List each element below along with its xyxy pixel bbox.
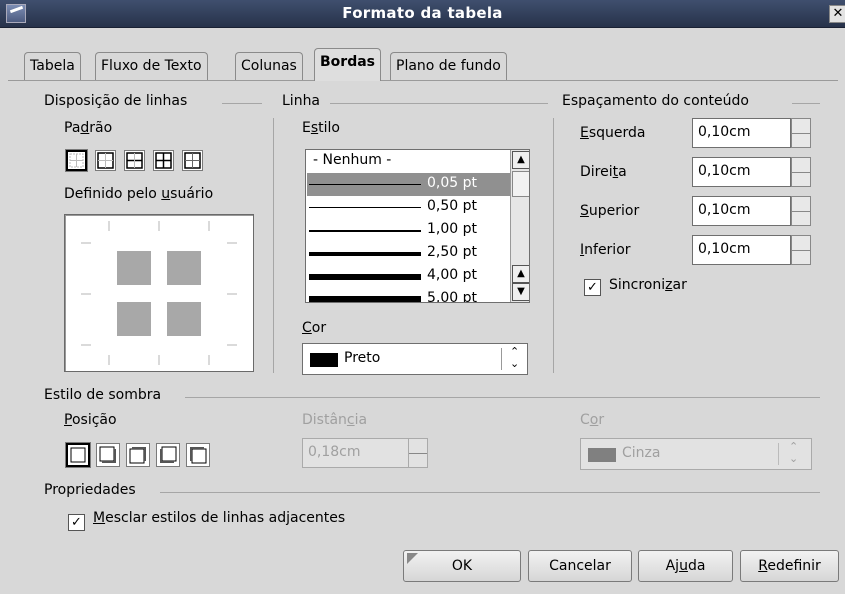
scroll-up-icon[interactable]: ▲ xyxy=(512,265,529,283)
line-color-dropdown[interactable]: Preto ⌃ ⌄ xyxy=(302,343,528,375)
shadow-color-label: Cor xyxy=(580,412,605,428)
cancel-button[interactable]: Cancelar xyxy=(528,550,632,582)
tab-fluxo-de-texto[interactable]: Fluxo de Texto xyxy=(95,52,208,80)
color-swatch xyxy=(310,353,338,367)
list-item[interactable]: 0,05 pt xyxy=(307,173,510,196)
synchronize-label: Sincronizar xyxy=(609,277,687,293)
preset-no-borders[interactable] xyxy=(65,149,88,172)
top-spacing-spinner[interactable] xyxy=(791,196,811,226)
chevron-updown-icon: ⌃ ⌄ xyxy=(510,345,520,370)
distance-label: Distância xyxy=(302,412,368,428)
color-label: Cor xyxy=(302,320,327,336)
tab-bordas[interactable]: Bordas xyxy=(314,48,381,81)
bottom-label: Inferior xyxy=(580,242,631,258)
divider xyxy=(185,397,820,398)
default-corner-icon xyxy=(407,553,418,564)
shadow-distance-spinner[interactable] xyxy=(408,438,428,468)
divider xyxy=(273,118,274,373)
section-line-arrangement: Disposição de linhas xyxy=(44,93,194,109)
list-item[interactable]: 2,50 pt xyxy=(307,242,510,265)
preset-outer-border[interactable] xyxy=(95,150,116,171)
position-label: Posição xyxy=(64,412,117,428)
top-label: Superior xyxy=(580,203,640,219)
right-label: Direita xyxy=(580,164,627,180)
left-label: Esquerda xyxy=(580,125,646,141)
shadow-color-value: Cinza xyxy=(622,445,661,461)
tab-colunas[interactable]: Colunas xyxy=(235,52,303,80)
divider xyxy=(553,118,554,373)
line-color-value: Preto xyxy=(344,350,381,366)
style-label: Estilo xyxy=(302,120,340,136)
right-spacing-input[interactable]: 0,10cm xyxy=(692,157,791,187)
scroll-down-icon[interactable]: ▼ xyxy=(512,283,529,301)
list-item[interactable]: 4,00 pt xyxy=(307,265,510,288)
list-item[interactable]: 5,00 pt xyxy=(307,288,510,302)
default-label: Padrão xyxy=(64,120,113,136)
scroll-thumb[interactable] xyxy=(512,171,529,197)
title-bar: Formato da tabela ✕ xyxy=(0,0,845,28)
divider xyxy=(330,103,548,104)
shadow-top-left-option[interactable] xyxy=(186,443,210,467)
shadow-distance-input[interactable]: 0,18cm xyxy=(302,438,409,468)
section-properties: Propriedades xyxy=(44,482,142,498)
divider xyxy=(222,103,262,104)
shadow-bottom-left-option[interactable] xyxy=(156,443,180,467)
preset-all-borders[interactable] xyxy=(153,150,174,171)
shadow-top-right-option[interactable] xyxy=(126,443,150,467)
section-line: Linha xyxy=(282,93,327,109)
shadow-color-dropdown[interactable]: Cinza ⌃ ⌄ xyxy=(580,438,812,470)
synchronize-checkbox[interactable]: ✓ xyxy=(584,279,601,296)
left-spacing-spinner[interactable] xyxy=(791,118,811,148)
close-button[interactable]: ✕ xyxy=(829,5,845,23)
merge-styles-checkbox[interactable]: ✓ xyxy=(68,514,85,531)
window-title: Formato da tabela xyxy=(342,4,503,22)
left-spacing-input[interactable]: 0,10cm xyxy=(692,118,791,148)
top-spacing-input[interactable]: 0,10cm xyxy=(692,196,791,226)
section-shadow: Estilo de sombra xyxy=(44,387,168,403)
user-defined-label: Definido pelo usuário xyxy=(64,186,214,202)
scroll-up-icon[interactable]: ▲ xyxy=(512,151,529,169)
divider xyxy=(160,492,820,493)
reset-button[interactable]: Redefinir xyxy=(740,550,839,582)
chevron-updown-icon: ⌃ ⌄ xyxy=(789,440,799,465)
tab-plano-de-fundo[interactable]: Plano de fundo xyxy=(390,52,507,80)
merge-styles-label: Mesclar estilos de linhas adjacentes xyxy=(93,510,346,526)
bottom-spacing-input[interactable]: 0,10cm xyxy=(692,235,791,265)
preset-outer-horizontal[interactable] xyxy=(124,150,145,171)
right-spacing-spinner[interactable] xyxy=(791,157,811,187)
color-swatch xyxy=(588,448,616,462)
list-item[interactable]: 0,50 pt xyxy=(307,196,510,219)
tab-divider xyxy=(8,80,838,81)
bottom-spacing-spinner[interactable] xyxy=(791,235,811,265)
line-style-scrollbar[interactable]: ▲ ▲ ▼ xyxy=(510,150,529,302)
divider xyxy=(792,103,820,104)
section-spacing: Espaçamento do conteúdo xyxy=(562,93,755,109)
preset-outer-inner-thin[interactable] xyxy=(182,150,203,171)
list-item[interactable]: - Nenhum - xyxy=(307,150,510,173)
shadow-bottom-right-option[interactable] xyxy=(96,443,120,467)
ok-button[interactable]: OK xyxy=(403,550,521,582)
user-defined-border-area[interactable] xyxy=(64,214,254,372)
list-item[interactable]: 1,00 pt xyxy=(307,219,510,242)
help-button[interactable]: Ajuda xyxy=(638,550,733,582)
tab-tabela[interactable]: Tabela xyxy=(24,52,81,80)
shadow-none-option[interactable] xyxy=(65,442,91,468)
line-style-list[interactable]: - Nenhum - 0,05 pt 0,50 pt 1,00 pt 2,50 … xyxy=(305,149,530,303)
